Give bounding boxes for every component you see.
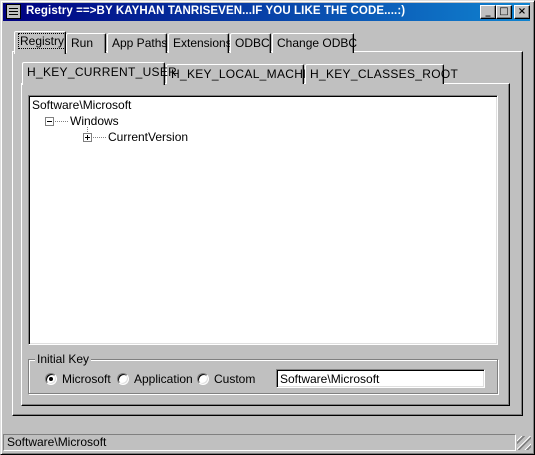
collapse-icon[interactable] <box>45 117 54 126</box>
tab-app-paths[interactable]: App Paths <box>107 33 167 53</box>
minimize-button[interactable]: _ <box>480 5 496 19</box>
tree-node-windows[interactable]: Windows <box>70 114 119 128</box>
tab-change-odbc[interactable]: Change ODBC <box>272 33 357 53</box>
radio-label: Custom <box>214 372 256 386</box>
tree-node-currentversion[interactable]: CurrentVersion <box>108 130 188 144</box>
radio-microsoft[interactable]: Microsoft <box>45 372 111 386</box>
radio-label: Microsoft <box>62 372 111 386</box>
radio-button[interactable] <box>117 373 129 385</box>
tab-hkey-local-machine[interactable]: H_KEY_LOCAL_MACHINE <box>166 64 324 84</box>
radio-application[interactable]: Application <box>117 372 193 386</box>
close-button[interactable]: × <box>514 5 530 19</box>
tab-hkey-current-user[interactable]: H_KEY_CURRENT_USER <box>22 62 177 85</box>
tab-registry[interactable]: Registry <box>14 31 67 54</box>
tab-run[interactable]: Run <box>66 33 106 53</box>
app-icon[interactable] <box>6 4 21 19</box>
radio-custom[interactable]: Custom <box>197 372 255 386</box>
radio-label: Application <box>134 372 193 386</box>
tree-node-root[interactable]: Software\Microsoft <box>32 98 131 112</box>
window-title: Registry ==>BY KAYHAN TANRISEVEN...IF YO… <box>26 5 406 17</box>
tab-hkey-classes-root[interactable]: H_KEY_CLASSES_ROOT <box>305 64 458 84</box>
tree-connector <box>93 137 106 138</box>
tab-extensions[interactable]: Extensions <box>168 33 232 53</box>
radio-button[interactable] <box>197 373 209 385</box>
maximize-button[interactable]: □ <box>496 5 512 19</box>
tab-odbc[interactable]: ODBC <box>230 33 271 53</box>
radio-button[interactable] <box>45 373 57 385</box>
expand-icon[interactable] <box>83 133 92 142</box>
title-bar[interactable]: Registry ==>BY KAYHAN TANRISEVEN...IF YO… <box>3 3 530 21</box>
tree-connector <box>55 121 68 122</box>
initial-key-label: Initial Key <box>35 352 92 366</box>
resize-grip-icon[interactable] <box>517 436 531 450</box>
status-bar: Software\Microsoft <box>3 434 516 451</box>
registry-tree[interactable]: Software\Microsoft Windows CurrentVersio… <box>28 95 498 345</box>
initial-key-input[interactable] <box>276 369 485 388</box>
